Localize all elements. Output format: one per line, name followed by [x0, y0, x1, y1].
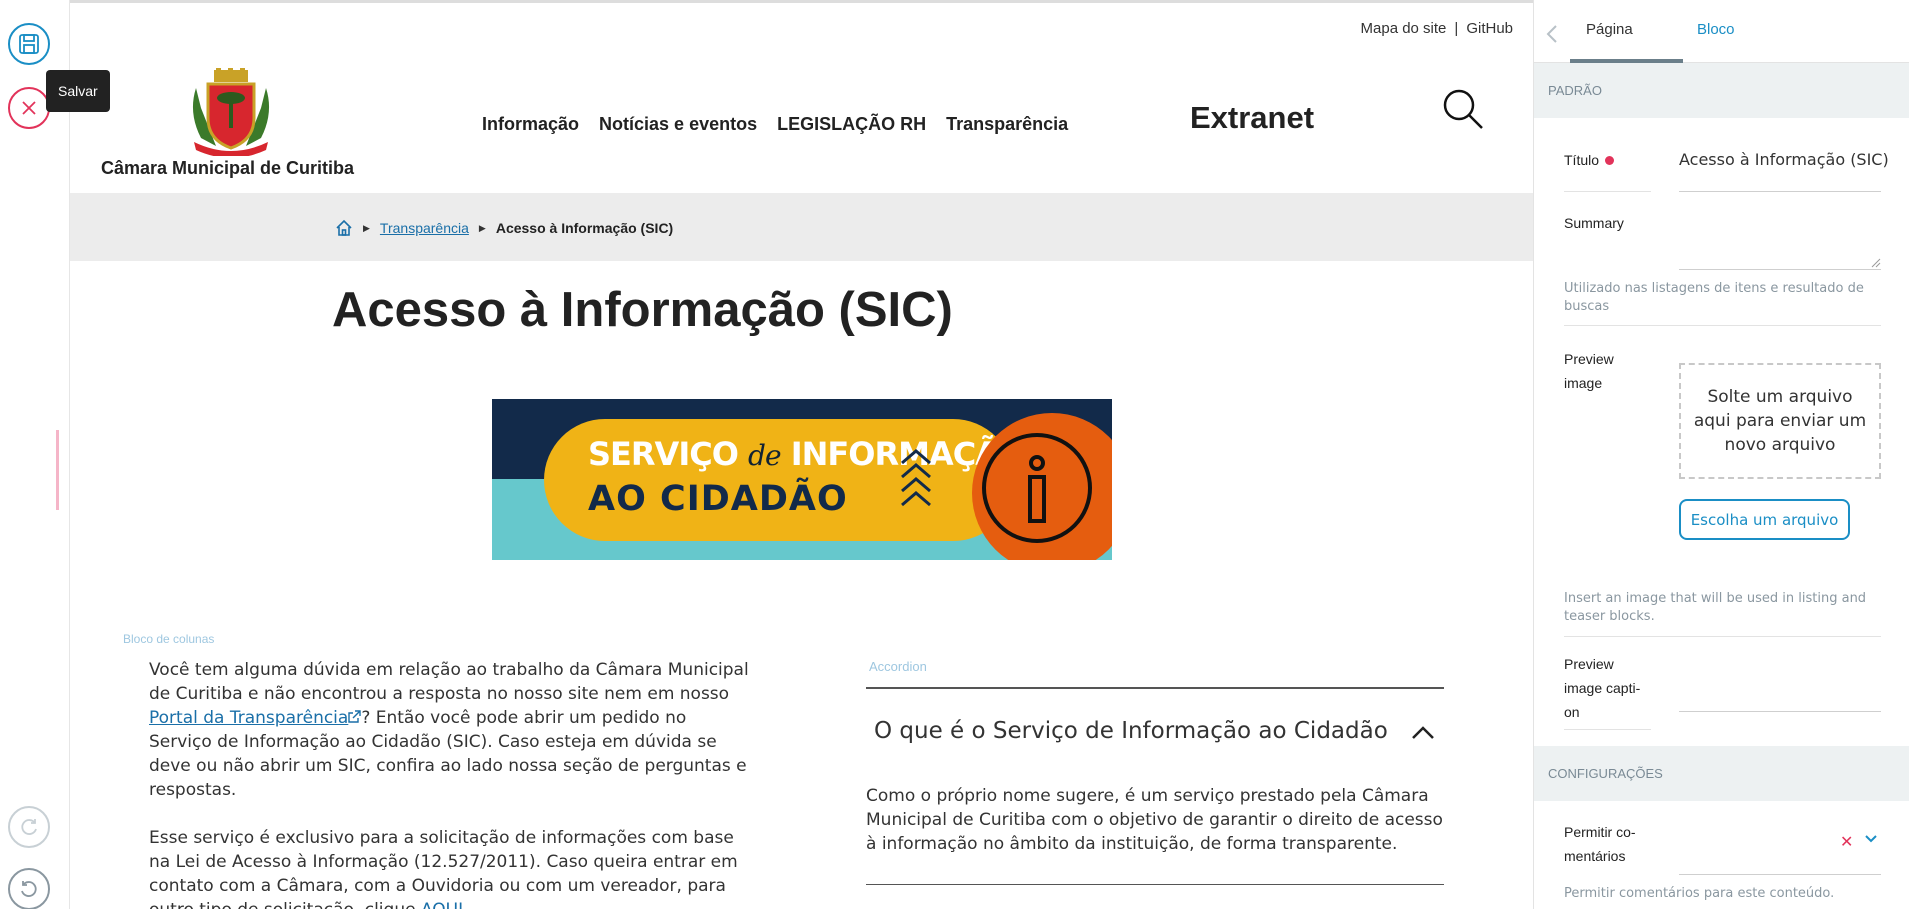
- accordion-title[interactable]: O que é o Serviço de Informação ao Cidad…: [874, 718, 1414, 744]
- breadcrumb-arrow-icon: ▶: [363, 222, 370, 233]
- sidebar-tabs: Página Bloco: [1534, 0, 1909, 63]
- portal-transparencia-link[interactable]: Portal da Transparência: [149, 708, 348, 728]
- title-input[interactable]: Acesso à Informação (SIC): [1679, 150, 1889, 169]
- chevron-down-icon[interactable]: [1864, 834, 1878, 844]
- preview-image-label: Preview image: [1564, 351, 1614, 391]
- nav-item-legislacao[interactable]: LEGISLAÇÃO RH: [777, 114, 926, 135]
- info-icon: [982, 433, 1092, 543]
- top-links-separator: |: [1454, 20, 1459, 37]
- undo-icon: [21, 881, 37, 897]
- sitemap-link[interactable]: Mapa do site: [1361, 20, 1447, 37]
- caption-input[interactable]: [1679, 711, 1881, 712]
- summary-label: Summary: [1564, 215, 1624, 231]
- breadcrumb-current: Acesso à Informação (SIC): [495, 220, 674, 236]
- redo-button[interactable]: [8, 806, 50, 848]
- section-default-header[interactable]: PADRÃO: [1534, 63, 1909, 118]
- field-divider: [1564, 325, 1881, 326]
- breadcrumb-bar: ▶ Transparência ▶ Acesso à Informação (S…: [70, 193, 1533, 261]
- search-icon[interactable]: [1442, 88, 1484, 130]
- save-icon: [19, 34, 39, 54]
- banner-line1: SERVIÇO de INFORMAÇÃO: [588, 435, 1026, 473]
- block-indicator: [56, 430, 59, 510]
- extranet-link[interactable]: Extranet: [1190, 100, 1314, 136]
- accordion-divider: [866, 884, 1444, 885]
- edit-sidebar: Página Bloco PADRÃO Título Acesso à Info…: [1533, 0, 1909, 909]
- tab-pagina[interactable]: Página: [1586, 21, 1633, 38]
- allow-comments-select[interactable]: [1679, 874, 1881, 875]
- caption-label: Preview image capti-on: [1564, 656, 1641, 720]
- chevrons-up-icon: [901, 449, 931, 507]
- field-divider: [1564, 729, 1651, 730]
- banner-line2: AO CIDADÃO: [588, 479, 848, 519]
- accordion-divider: [866, 687, 1444, 689]
- allow-comments-help: Permitir comentários para este conteúdo.: [1564, 886, 1835, 901]
- undo-button[interactable]: [8, 868, 50, 909]
- aqui-link[interactable]: AQUI: [421, 900, 463, 909]
- section-settings-header[interactable]: CONFIGURAÇÕES: [1534, 746, 1909, 801]
- coat-of-arms-logo[interactable]: [186, 68, 276, 156]
- save-button[interactable]: [8, 23, 50, 65]
- home-icon[interactable]: [335, 219, 353, 237]
- nav-item-noticias[interactable]: Notícias e eventos: [599, 114, 757, 135]
- image-dropzone[interactable]: Solte um arquivo aqui para enviar um nov…: [1679, 363, 1881, 479]
- org-name[interactable]: Câmara Municipal de Curitiba: [101, 158, 354, 179]
- breadcrumb: ▶ Transparência ▶ Acesso à Informação (S…: [335, 219, 673, 237]
- main-nav: Informação Notícias e eventos LEGISLAÇÃO…: [482, 114, 1068, 135]
- nav-item-informacao[interactable]: Informação: [482, 114, 579, 135]
- page-title[interactable]: Acesso à Informação (SIC): [332, 282, 953, 338]
- accordion-block-label[interactable]: Accordion: [869, 659, 927, 674]
- external-link-icon: [348, 710, 362, 723]
- title-label: Título: [1564, 148, 1615, 172]
- breadcrumb-arrow-icon: ▶: [478, 222, 486, 233]
- left-column-text[interactable]: Você tem alguma dúvida em relação ao tra…: [149, 658, 749, 909]
- top-links: Mapa do site | GitHub: [1361, 20, 1513, 37]
- cancel-button[interactable]: [8, 87, 50, 129]
- allow-comments-label: Permitir co-mentários: [1564, 824, 1636, 864]
- chevron-left-icon[interactable]: [1546, 24, 1558, 44]
- summary-help: Utilizado nas listagens de itens e resul…: [1564, 281, 1864, 314]
- redo-icon: [21, 819, 37, 835]
- resize-handle-icon[interactable]: [1871, 258, 1881, 268]
- nav-item-transparencia[interactable]: Transparência: [946, 114, 1068, 135]
- left-paragraph-1: Você tem alguma dúvida em relação ao tra…: [149, 660, 749, 800]
- breadcrumb-link-transparencia[interactable]: Transparência: [380, 220, 469, 236]
- required-indicator: [1605, 156, 1615, 165]
- field-divider: [1564, 636, 1881, 637]
- left-paragraph-2: Esse serviço é exclusivo para a solicita…: [149, 826, 749, 909]
- title-input-underline: [1679, 191, 1881, 192]
- edit-toolbar: [0, 0, 70, 909]
- summary-textarea[interactable]: [1679, 269, 1881, 270]
- preview-image-help: Insert an image that will be used in lis…: [1564, 591, 1867, 624]
- field-divider: [1564, 191, 1651, 192]
- sic-banner-image[interactable]: SERVIÇO de INFORMAÇÃO AO CIDADÃO: [492, 399, 1112, 560]
- clear-icon[interactable]: ✕: [1840, 832, 1853, 851]
- page-content: Mapa do site | GitHub Câmara Municipal d…: [70, 0, 1533, 909]
- github-link[interactable]: GitHub: [1466, 20, 1513, 37]
- columns-block-label[interactable]: Bloco de colunas: [123, 632, 214, 646]
- choose-file-button[interactable]: Escolha um arquivo: [1679, 499, 1850, 540]
- tab-bloco[interactable]: Bloco: [1697, 21, 1735, 38]
- accordion-content: Como o próprio nome sugere, é um serviço…: [866, 786, 1443, 854]
- close-icon: [22, 101, 36, 115]
- chevron-up-icon[interactable]: [1410, 720, 1436, 746]
